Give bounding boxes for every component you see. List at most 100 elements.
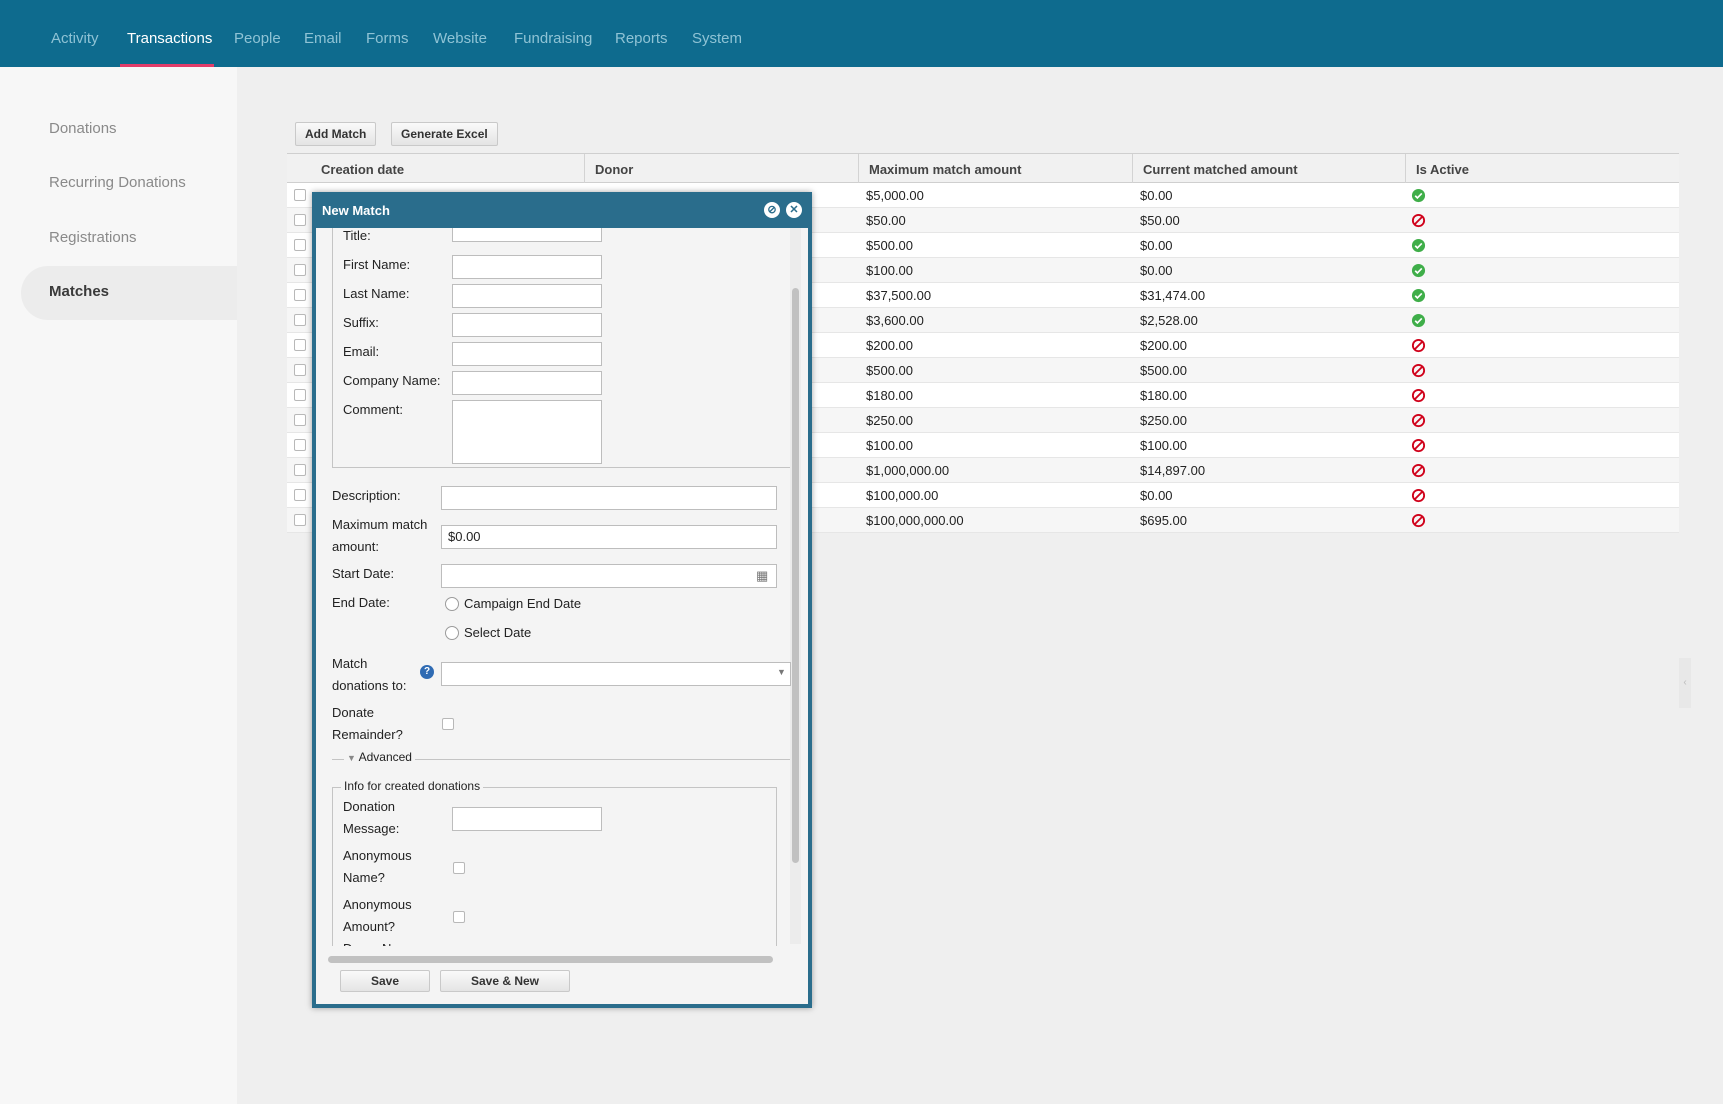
max-match-cell: $250.00	[866, 413, 913, 428]
current-matched-cell: $0.00	[1140, 238, 1173, 253]
tab-activity[interactable]: Activity	[51, 30, 99, 47]
tab-reports[interactable]: Reports	[615, 30, 668, 47]
row-checkbox[interactable]	[294, 339, 306, 351]
title-input[interactable]	[452, 228, 602, 242]
tab-system[interactable]: System	[692, 30, 742, 47]
row-checkbox[interactable]	[294, 414, 306, 426]
donor-name-label: Donor Name	[343, 938, 417, 946]
max-match-input[interactable]: $0.00	[441, 525, 777, 549]
current-matched-cell: $0.00	[1140, 263, 1173, 278]
first-name-input[interactable]	[452, 255, 602, 279]
start-date-input[interactable]	[441, 564, 777, 588]
max-match-cell: $3,600.00	[866, 313, 924, 328]
inactive-prohibited-icon	[1411, 363, 1426, 378]
row-checkbox[interactable]	[294, 439, 306, 451]
col-creation-date[interactable]: Creation date	[321, 162, 404, 177]
max-match-cell: $500.00	[866, 238, 913, 253]
add-match-button[interactable]: Add Match	[295, 122, 377, 146]
new-match-dialog: New Match ⊘ ✕ Title: First Name: Last Na…	[312, 192, 812, 1008]
max-match-cell: $37,500.00	[866, 288, 932, 303]
sidebar-item-registrations[interactable]: Registrations	[49, 229, 137, 246]
dialog-titlebar: New Match ⊘ ✕	[312, 192, 812, 228]
suffix-input[interactable]	[452, 313, 602, 337]
tab-people[interactable]: People	[234, 30, 281, 47]
anon-name-label-line2: Name?	[343, 870, 385, 885]
match-donations-select[interactable]	[441, 662, 791, 686]
horizontal-scrollbar-thumb[interactable]	[328, 956, 773, 963]
description-input[interactable]	[441, 486, 777, 510]
donation-message-label-line2: Message:	[343, 821, 400, 836]
row-checkbox[interactable]	[294, 289, 306, 301]
anonymous-name-checkbox[interactable]	[453, 862, 465, 874]
current-matched-cell: $100.00	[1140, 438, 1187, 453]
donate-remainder-checkbox[interactable]	[442, 718, 454, 730]
active-check-icon	[1411, 188, 1426, 203]
current-matched-cell: $31,474.00	[1140, 288, 1206, 303]
tab-forms[interactable]: Forms	[366, 30, 409, 47]
grid-header: Creation date Donor Maximum match amount…	[287, 153, 1679, 183]
select-date-radio[interactable]	[445, 626, 459, 640]
current-matched-cell: $200.00	[1140, 338, 1187, 353]
chevron-down-icon[interactable]: ▼	[777, 667, 786, 677]
max-match-cell: $5,000.00	[866, 188, 924, 203]
top-nav: Activity Transactions People Email Forms…	[0, 0, 1723, 67]
inactive-prohibited-icon	[1411, 213, 1426, 228]
col-is-active[interactable]: Is Active	[1416, 162, 1469, 177]
email-input[interactable]	[452, 342, 602, 366]
save-button[interactable]: Save	[340, 970, 430, 992]
help-icon[interactable]: ?	[420, 665, 434, 679]
max-match-cell: $100,000,000.00	[866, 513, 964, 528]
sidebar-item-matches[interactable]: Matches	[49, 283, 109, 300]
company-name-input[interactable]	[452, 371, 602, 395]
row-checkbox[interactable]	[294, 364, 306, 376]
anonymous-amount-checkbox[interactable]	[453, 911, 465, 923]
donate-remainder-label-line2: Remainder?	[332, 727, 403, 742]
last-name-input[interactable]	[452, 284, 602, 308]
row-checkbox[interactable]	[294, 389, 306, 401]
generate-excel-button[interactable]: Generate Excel	[391, 122, 498, 146]
col-current-matched[interactable]: Current matched amount	[1143, 162, 1298, 177]
maximize-icon[interactable]: ⊘	[764, 202, 780, 218]
active-check-icon	[1411, 263, 1426, 278]
vertical-scrollbar-thumb[interactable]	[792, 288, 799, 863]
row-checkbox[interactable]	[294, 264, 306, 276]
save-and-new-button[interactable]: Save & New	[440, 970, 570, 992]
end-date-label: End Date:	[332, 595, 390, 610]
inactive-prohibited-icon	[1411, 463, 1426, 478]
last-name-label: Last Name:	[343, 286, 410, 301]
collapse-panel-handle[interactable]: ‹	[1679, 658, 1691, 708]
tab-transactions[interactable]: Transactions	[127, 30, 212, 47]
comment-textarea[interactable]	[452, 400, 602, 464]
sidebar-item-donations[interactable]: Donations	[49, 120, 117, 137]
row-checkbox[interactable]	[294, 239, 306, 251]
tab-fundraising[interactable]: Fundraising	[514, 30, 592, 47]
active-check-icon	[1411, 238, 1426, 253]
comment-label: Comment:	[343, 402, 403, 417]
tab-website[interactable]: Website	[433, 30, 487, 47]
campaign-end-date-label: Campaign End Date	[464, 596, 582, 611]
calendar-icon[interactable]: ▦	[756, 568, 768, 584]
campaign-end-date-radio[interactable]	[445, 597, 459, 611]
dialog-body: Title: First Name: Last Name: Suffix: Em…	[316, 228, 808, 946]
tab-email[interactable]: Email	[304, 30, 342, 47]
row-checkbox[interactable]	[294, 189, 306, 201]
match-donations-label-line1: Match	[332, 656, 368, 671]
advanced-toggle[interactable]: ▼ Advanced	[344, 750, 415, 764]
inactive-prohibited-icon	[1411, 413, 1426, 428]
row-checkbox[interactable]	[294, 314, 306, 326]
donation-message-input[interactable]	[452, 807, 602, 831]
company-name-label: Company Name:	[343, 373, 441, 388]
col-max-match[interactable]: Maximum match amount	[869, 162, 1021, 177]
close-icon[interactable]: ✕	[786, 202, 802, 218]
inactive-prohibited-icon	[1411, 338, 1426, 353]
current-matched-cell: $2,528.00	[1140, 313, 1198, 328]
max-match-cell: $100.00	[866, 438, 913, 453]
inactive-prohibited-icon	[1411, 388, 1426, 403]
sidebar-item-recurring-donations[interactable]: Recurring Donations	[49, 174, 186, 191]
row-checkbox[interactable]	[294, 489, 306, 501]
row-checkbox[interactable]	[294, 214, 306, 226]
row-checkbox[interactable]	[294, 464, 306, 476]
col-donor[interactable]: Donor	[595, 162, 633, 177]
max-match-label-line1: Maximum match	[332, 517, 428, 532]
row-checkbox[interactable]	[294, 514, 306, 526]
